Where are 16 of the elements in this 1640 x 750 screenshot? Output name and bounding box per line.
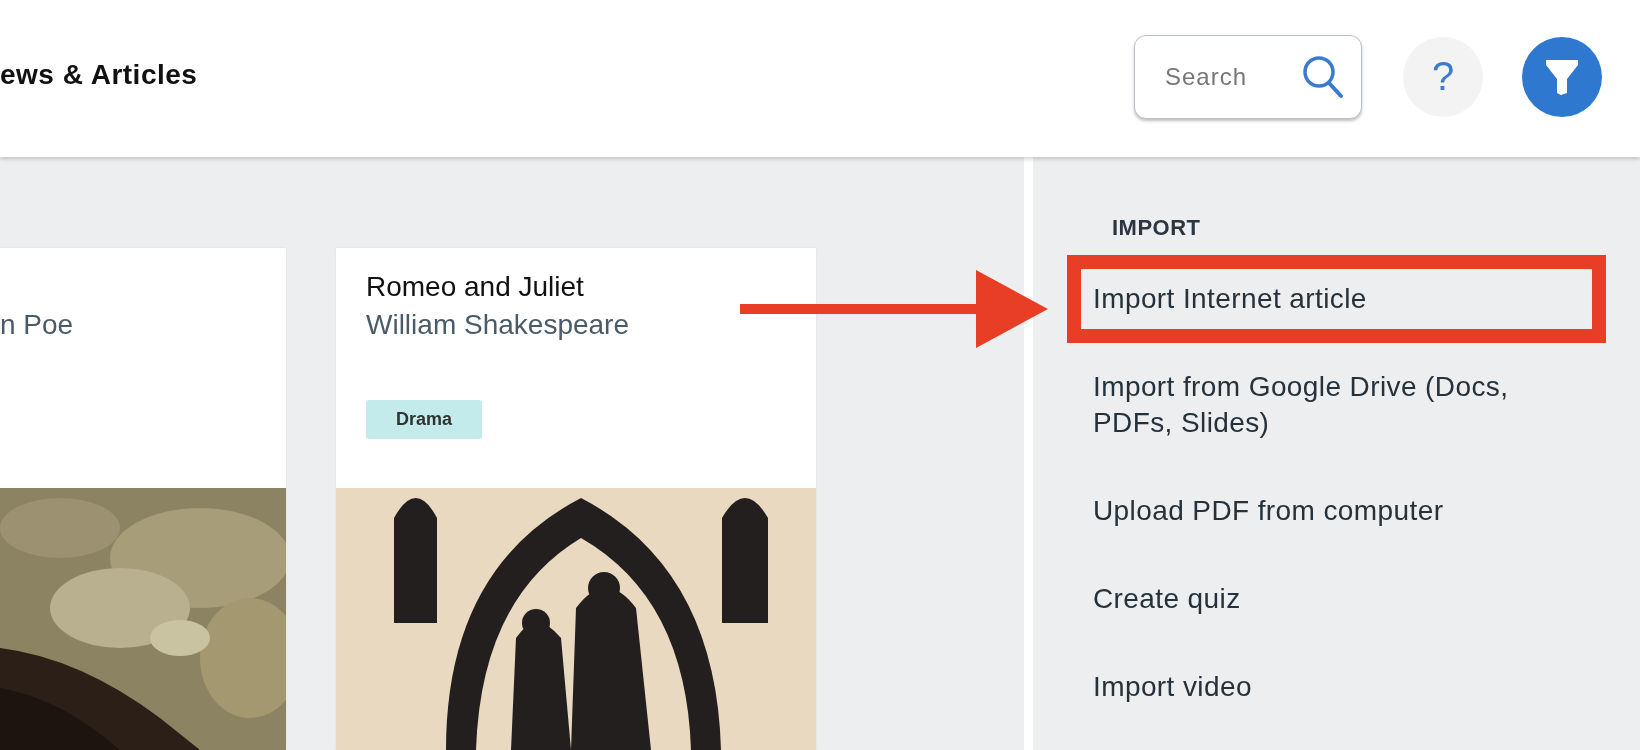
help-button[interactable]: ? <box>1403 36 1483 117</box>
search-field[interactable]: Search <box>1134 34 1362 119</box>
section-heading: IMPORT <box>1112 215 1202 241</box>
page-title: ews & Articles <box>0 58 198 91</box>
book-title: Romeo and Juliet <box>366 270 584 304</box>
menu-item[interactable]: Upload PDF from computer <box>1067 467 1606 555</box>
menu-item[interactable]: Import video <box>1067 643 1606 731</box>
menu-item[interactable]: Import from Google Drive (Docs, PDFs, Slides) <box>1067 343 1606 467</box>
book-card[interactable]: n Poe <box>0 248 286 750</box>
book-author: William Shakespeare <box>366 308 629 342</box>
search-icon[interactable] <box>1302 54 1344 99</box>
menu-item[interactable]: Create quiz <box>1067 555 1606 643</box>
menu-item[interactable]: Import Internet article <box>1067 255 1606 343</box>
book-card[interactable]: Romeo and Juliet William Shakespeare Drama <box>336 248 816 750</box>
genre-tag: Drama <box>366 400 483 439</box>
book-author: n Poe <box>0 308 74 342</box>
